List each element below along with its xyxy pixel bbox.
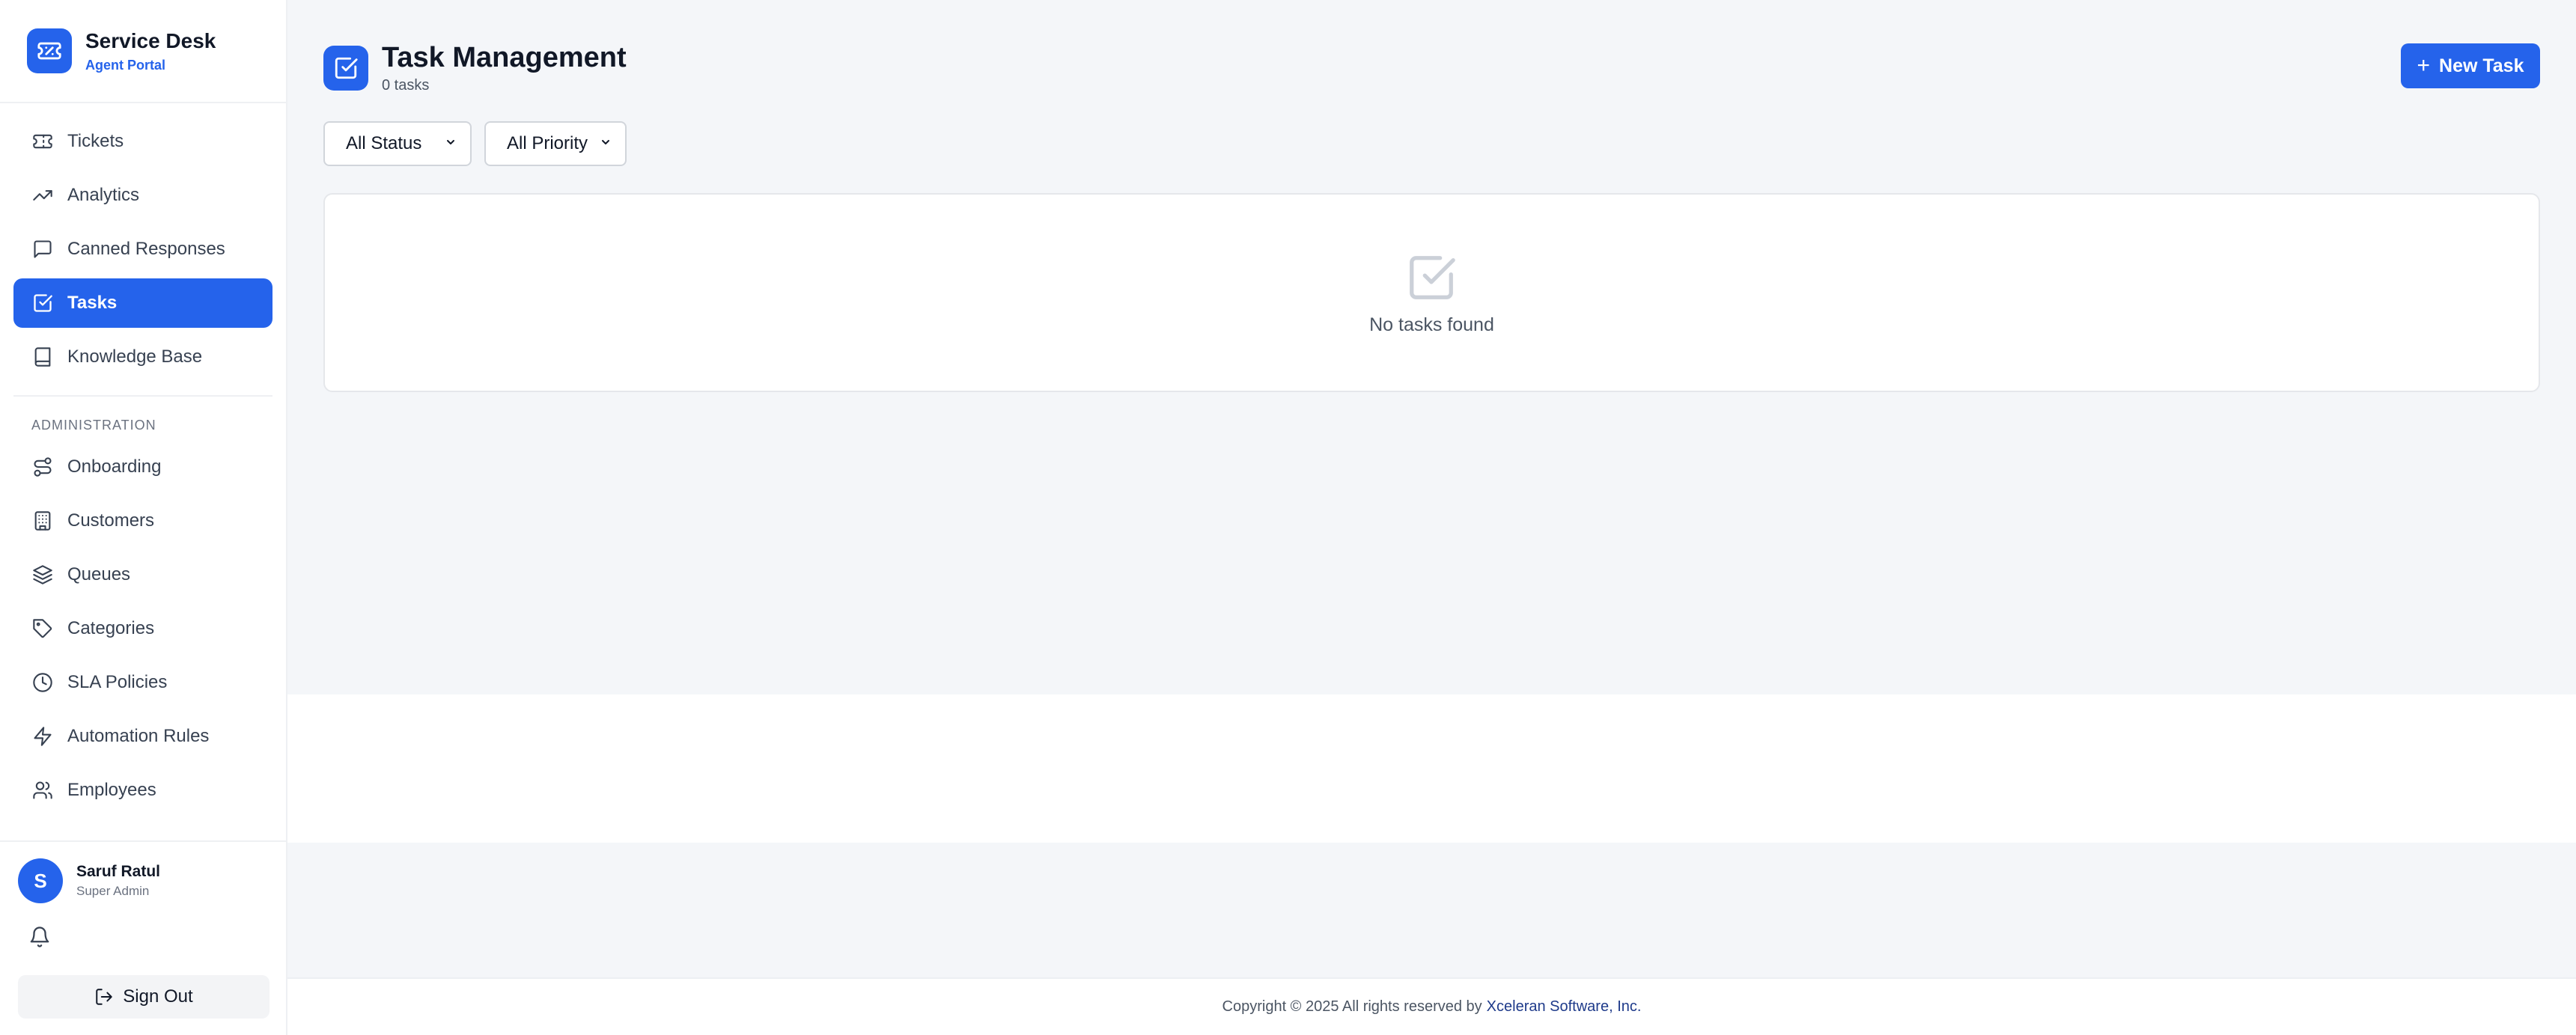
main-bottom-band bbox=[287, 843, 2576, 977]
ticket-icon bbox=[31, 130, 54, 153]
sidebar-item-label: Canned Responses bbox=[67, 239, 225, 259]
tag-icon bbox=[31, 617, 54, 640]
sidebar: Service Desk Agent Portal Tickets Analyt… bbox=[0, 0, 287, 1035]
new-task-button[interactable]: + New Task bbox=[2401, 43, 2540, 88]
brand: Service Desk Agent Portal bbox=[0, 0, 286, 103]
ticket-logo-icon bbox=[27, 28, 72, 73]
brand-subtitle: Agent Portal bbox=[85, 57, 166, 73]
user-panel: S Saruf Ratul Super Admin Sign Out bbox=[0, 840, 287, 1035]
new-task-label: New Task bbox=[2439, 55, 2524, 76]
sidebar-item-label: Knowledge Base bbox=[67, 346, 203, 367]
sidebar-item-label: Onboarding bbox=[67, 457, 162, 477]
plus-icon: + bbox=[2417, 53, 2431, 78]
layers-icon bbox=[31, 564, 54, 586]
sidebar-item-queues[interactable]: Queues bbox=[13, 550, 272, 599]
sidebar-item-tickets[interactable]: Tickets bbox=[13, 117, 272, 166]
status-filter-select[interactable]: All Status bbox=[323, 121, 472, 166]
sidebar-item-customers[interactable]: Customers bbox=[13, 496, 272, 546]
user-name: Saruf Ratul bbox=[76, 863, 161, 880]
nav-divider bbox=[13, 395, 272, 397]
sidebar-item-tasks[interactable]: Tasks bbox=[13, 278, 272, 328]
sidebar-item-onboarding[interactable]: Onboarding bbox=[13, 442, 272, 492]
sidebar-item-label: Automation Rules bbox=[67, 726, 210, 746]
user-profile[interactable]: S Saruf Ratul Super Admin bbox=[18, 858, 270, 903]
check-square-icon bbox=[1405, 251, 1458, 304]
sign-out-button[interactable]: Sign Out bbox=[18, 975, 270, 1019]
sidebar-item-label: Customers bbox=[67, 510, 155, 531]
status-filter-value: All Status bbox=[346, 133, 422, 153]
message-square-icon bbox=[31, 238, 54, 260]
sidebar-item-label: Tasks bbox=[67, 293, 118, 313]
sidebar-nav: Tickets Analytics Canned Responses Tasks… bbox=[0, 103, 286, 815]
sidebar-item-categories[interactable]: Categories bbox=[13, 604, 272, 653]
priority-filter-value: All Priority bbox=[507, 133, 588, 153]
page-title: Task Management bbox=[382, 42, 627, 73]
clock-icon bbox=[31, 671, 54, 694]
empty-message: No tasks found bbox=[1369, 314, 1494, 335]
footer-copyright: Copyright © 2025 All rights reserved by bbox=[1222, 998, 1482, 1015]
tasks-empty-state: No tasks found bbox=[323, 193, 2540, 392]
avatar: S bbox=[18, 858, 63, 903]
sidebar-item-label: SLA Policies bbox=[67, 672, 168, 692]
bell-icon[interactable] bbox=[28, 926, 52, 950]
sidebar-item-employees[interactable]: Employees bbox=[13, 766, 272, 815]
building-icon bbox=[31, 510, 54, 532]
footer-company-link[interactable]: Xceleran Software, Inc. bbox=[1487, 998, 1642, 1016]
footer: Copyright © 2025 All rights reserved by … bbox=[287, 977, 2576, 1035]
sidebar-item-analytics[interactable]: Analytics bbox=[13, 171, 272, 220]
users-icon bbox=[31, 779, 54, 802]
page-header: Task Management 0 tasks bbox=[323, 42, 627, 94]
sidebar-item-automation-rules[interactable]: Automation Rules bbox=[13, 712, 272, 761]
route-icon bbox=[31, 456, 54, 478]
task-count: 0 tasks bbox=[382, 77, 430, 94]
sidebar-item-sla-policies[interactable]: SLA Policies bbox=[13, 658, 272, 707]
sidebar-item-label: Categories bbox=[67, 618, 155, 638]
section-label-administration: ADMINISTRATION bbox=[31, 418, 156, 433]
zap-icon bbox=[31, 725, 54, 748]
sidebar-item-label: Employees bbox=[67, 780, 156, 800]
check-square-icon bbox=[323, 46, 368, 91]
sidebar-item-label: Queues bbox=[67, 564, 131, 584]
check-square-icon bbox=[31, 292, 54, 314]
user-role: Super Admin bbox=[76, 884, 150, 898]
book-icon bbox=[31, 346, 54, 368]
log-out-icon bbox=[94, 987, 114, 1007]
sidebar-item-label: Analytics bbox=[67, 185, 140, 205]
sign-out-label: Sign Out bbox=[123, 986, 193, 1007]
sidebar-item-canned-responses[interactable]: Canned Responses bbox=[13, 225, 272, 274]
priority-filter-select[interactable]: All Priority bbox=[484, 121, 627, 166]
trending-up-icon bbox=[31, 184, 54, 207]
chevron-down-icon bbox=[600, 136, 612, 152]
chevron-down-icon bbox=[445, 136, 457, 152]
sidebar-item-knowledge-base[interactable]: Knowledge Base bbox=[13, 332, 272, 382]
main-white-band bbox=[287, 694, 2576, 843]
sidebar-item-label: Tickets bbox=[67, 131, 124, 151]
brand-title: Service Desk bbox=[85, 28, 216, 52]
